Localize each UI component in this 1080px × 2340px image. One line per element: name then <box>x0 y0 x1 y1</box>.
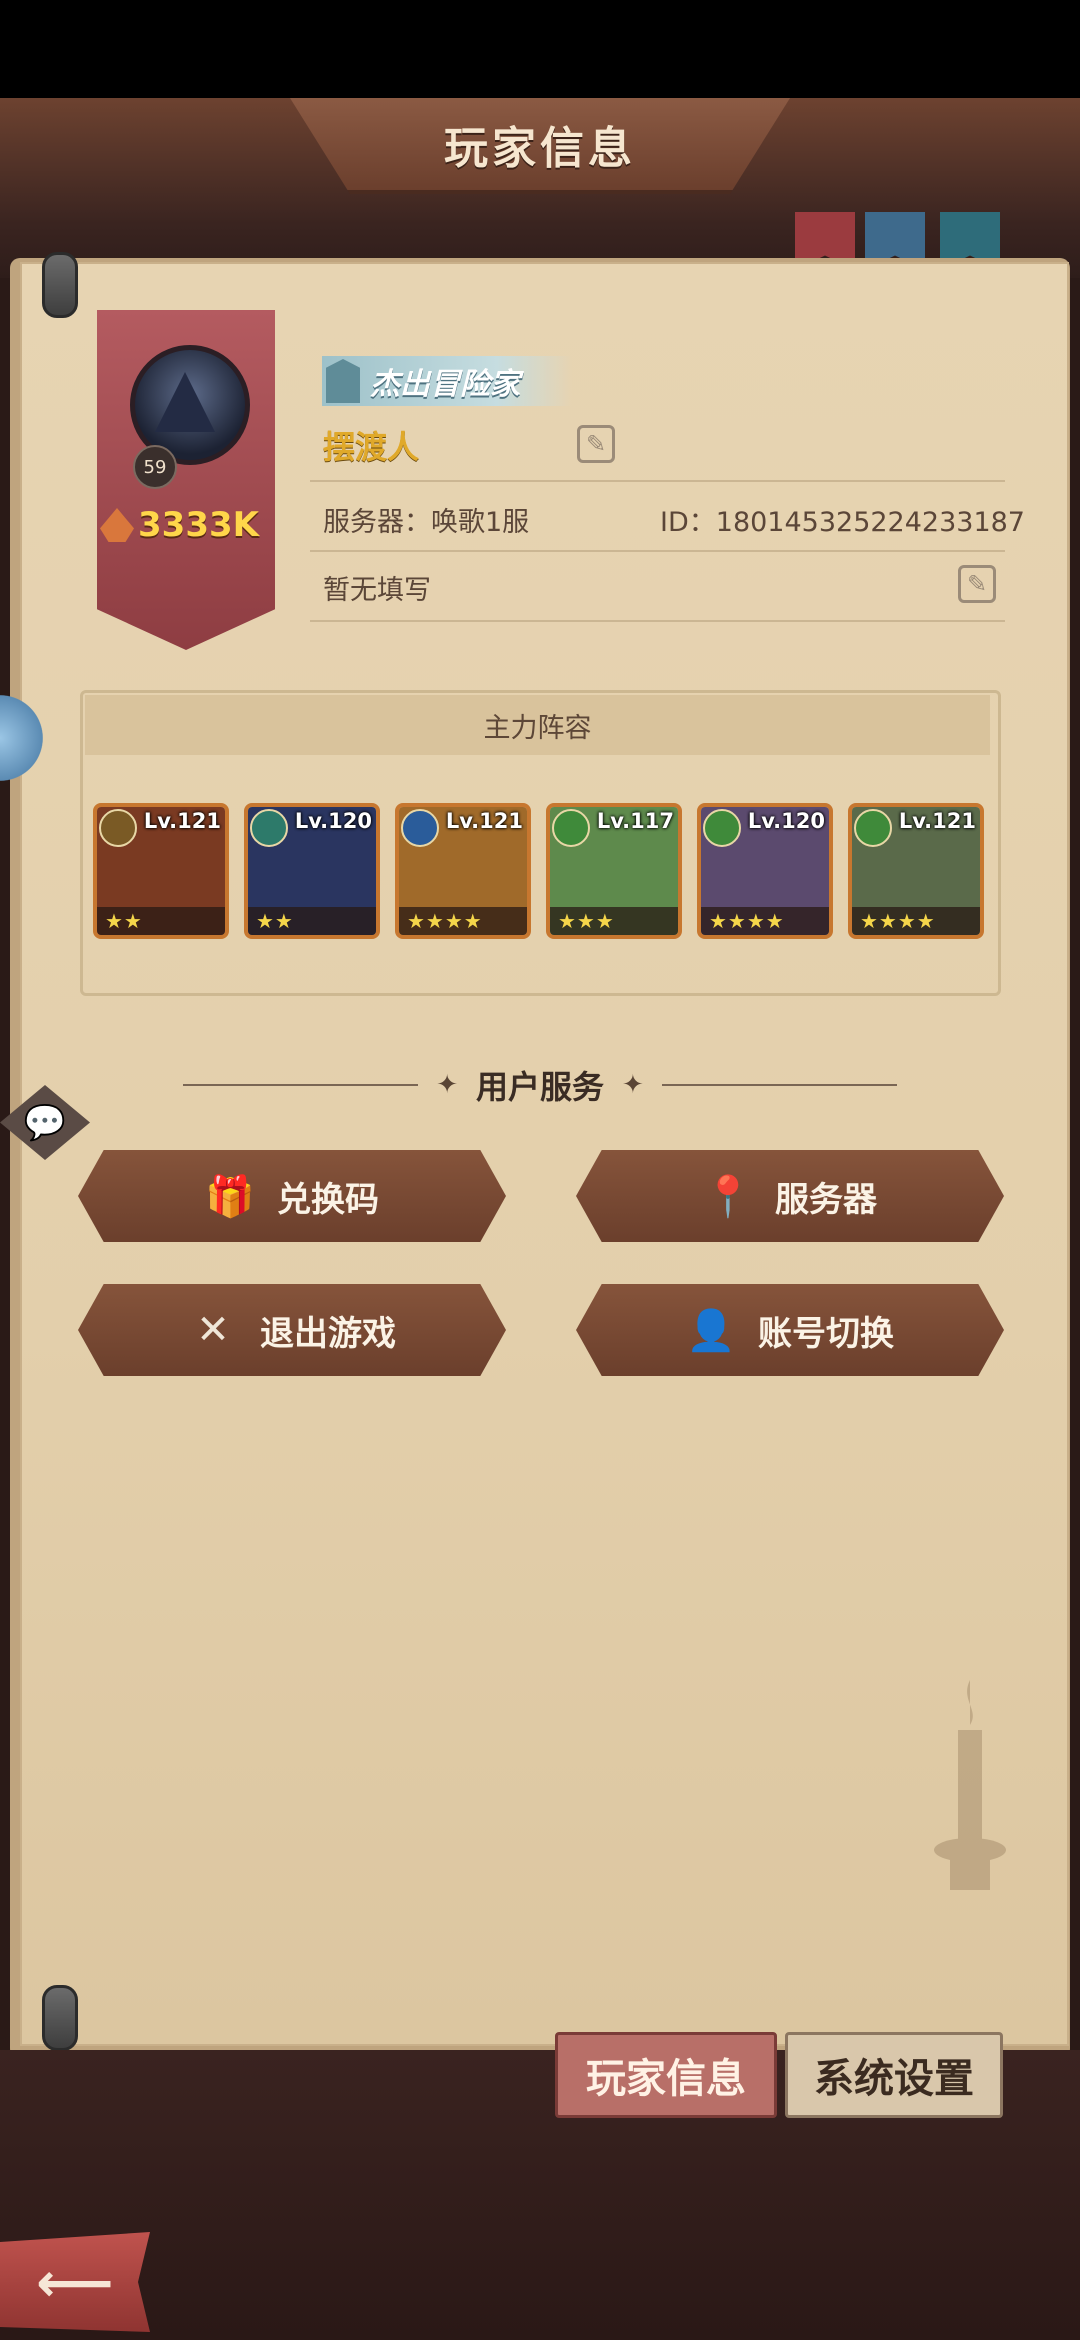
exit-game-label: 退出游戏 <box>260 1313 396 1354</box>
server-button[interactable]: 📍 服务器 <box>576 1150 1004 1242</box>
element-icon <box>99 809 137 847</box>
switch-account-label: 账号切换 <box>758 1313 894 1354</box>
redeem-code-button[interactable]: 🎁 兑换码 <box>78 1150 506 1242</box>
pin-icon <box>42 1985 78 2051</box>
hero-level: Lv.121 <box>898 809 976 833</box>
tab-system-settings-label: 系统设置 <box>814 2056 974 2102</box>
pencil-icon: ✎ <box>585 430 607 458</box>
gift-icon: 🎁 <box>205 1173 255 1220</box>
diamond-icon: ✦ <box>436 1070 458 1100</box>
user-icon: 👤 <box>686 1307 736 1354</box>
hero-level: Lv.120 <box>294 809 372 833</box>
id-label: ID： <box>660 507 716 538</box>
services-title: 用户服务 <box>475 1068 604 1106</box>
back-button[interactable]: ⟵ <box>0 2232 150 2332</box>
hero-level: Lv.121 <box>445 809 523 833</box>
hero-stars: ★★ <box>248 907 376 935</box>
close-icon: ✕ <box>196 1307 230 1353</box>
hero-stars: ★★★★ <box>852 907 980 935</box>
element-icon <box>250 809 288 847</box>
pin-icon <box>42 252 78 318</box>
hero-card[interactable]: Lv.121 ★★★★ <box>848 803 984 939</box>
server-label: 服务器 <box>775 1179 877 1220</box>
hero-card[interactable]: Lv.120 ★★ <box>244 803 380 939</box>
page-title: 玩家信息 <box>290 98 790 194</box>
edit-signature-button[interactable]: ✎ <box>958 565 996 603</box>
element-icon <box>854 809 892 847</box>
element-icon <box>703 809 741 847</box>
hero-card[interactable]: Lv.121 ★★ <box>93 803 229 939</box>
hero-card[interactable]: Lv.117 ★★★ <box>546 803 682 939</box>
hero-level: Lv.120 <box>747 809 825 833</box>
hero-stars: ★★★★ <box>701 907 829 935</box>
id-value: 180145325224233187 <box>715 507 1025 538</box>
edit-name-button[interactable]: ✎ <box>577 425 615 463</box>
tab-player-info[interactable]: 玩家信息 <box>555 2032 777 2118</box>
hero-stars: ★★★ <box>550 907 678 935</box>
tab-system-settings[interactable]: 系统设置 <box>785 2032 1003 2118</box>
hero-level: Lv.121 <box>143 809 221 833</box>
element-icon <box>401 809 439 847</box>
rank-title: 杰出冒险家 <box>370 367 520 402</box>
switch-account-button[interactable]: 👤 账号切换 <box>576 1284 1004 1376</box>
location-icon: 📍 <box>703 1173 753 1220</box>
divider <box>310 550 1005 552</box>
tab-player-info-label: 玩家信息 <box>586 2056 746 2102</box>
hero-stars: ★★ <box>97 907 225 935</box>
id-row: ID：180145325224233187 <box>660 500 1025 539</box>
services-heading: ✦ 用户服务 ✦ <box>0 1060 1080 1110</box>
hero-card[interactable]: Lv.120 ★★★★ <box>697 803 833 939</box>
flame-icon <box>100 508 134 542</box>
power-display: 3333K <box>100 500 275 550</box>
divider <box>310 620 1005 622</box>
server-row: 服务器：唤歌1服 <box>323 500 529 539</box>
power-value: 3333K <box>138 505 259 545</box>
chat-icon: 💬 <box>23 1102 67 1143</box>
divider <box>661 1084 897 1086</box>
rank-tag: 杰出冒险家 <box>322 356 572 406</box>
server-label: 服务器： <box>323 507 431 538</box>
lineup-title: 主力阵容 <box>483 712 592 744</box>
divider <box>183 1084 419 1086</box>
player-name: 摆渡人 <box>323 428 420 466</box>
hero-stars: ★★★★ <box>399 907 527 935</box>
signature: 暂无填写 <box>323 575 431 606</box>
diamond-icon: ✦ <box>622 1070 644 1100</box>
back-arrow-icon: ⟵ <box>36 2250 114 2314</box>
page-title-text: 玩家信息 <box>444 123 636 174</box>
candle-icon <box>934 1680 1006 1890</box>
server-value: 唤歌1服 <box>431 507 530 538</box>
element-icon <box>552 809 590 847</box>
hero-level: Lv.117 <box>596 809 674 833</box>
level-badge: 59 <box>133 445 177 489</box>
exit-game-button[interactable]: ✕ 退出游戏 <box>78 1284 506 1376</box>
pencil-icon: ✎ <box>966 570 988 598</box>
side-orb-icon[interactable] <box>0 688 50 788</box>
lineup-header: 主力阵容 <box>85 695 990 755</box>
hero-card[interactable]: Lv.121 ★★★★ <box>395 803 531 939</box>
redeem-code-label: 兑换码 <box>277 1179 379 1220</box>
rank-emblem-icon <box>326 359 360 403</box>
status-bar-area <box>0 0 1080 98</box>
divider <box>310 480 1005 482</box>
